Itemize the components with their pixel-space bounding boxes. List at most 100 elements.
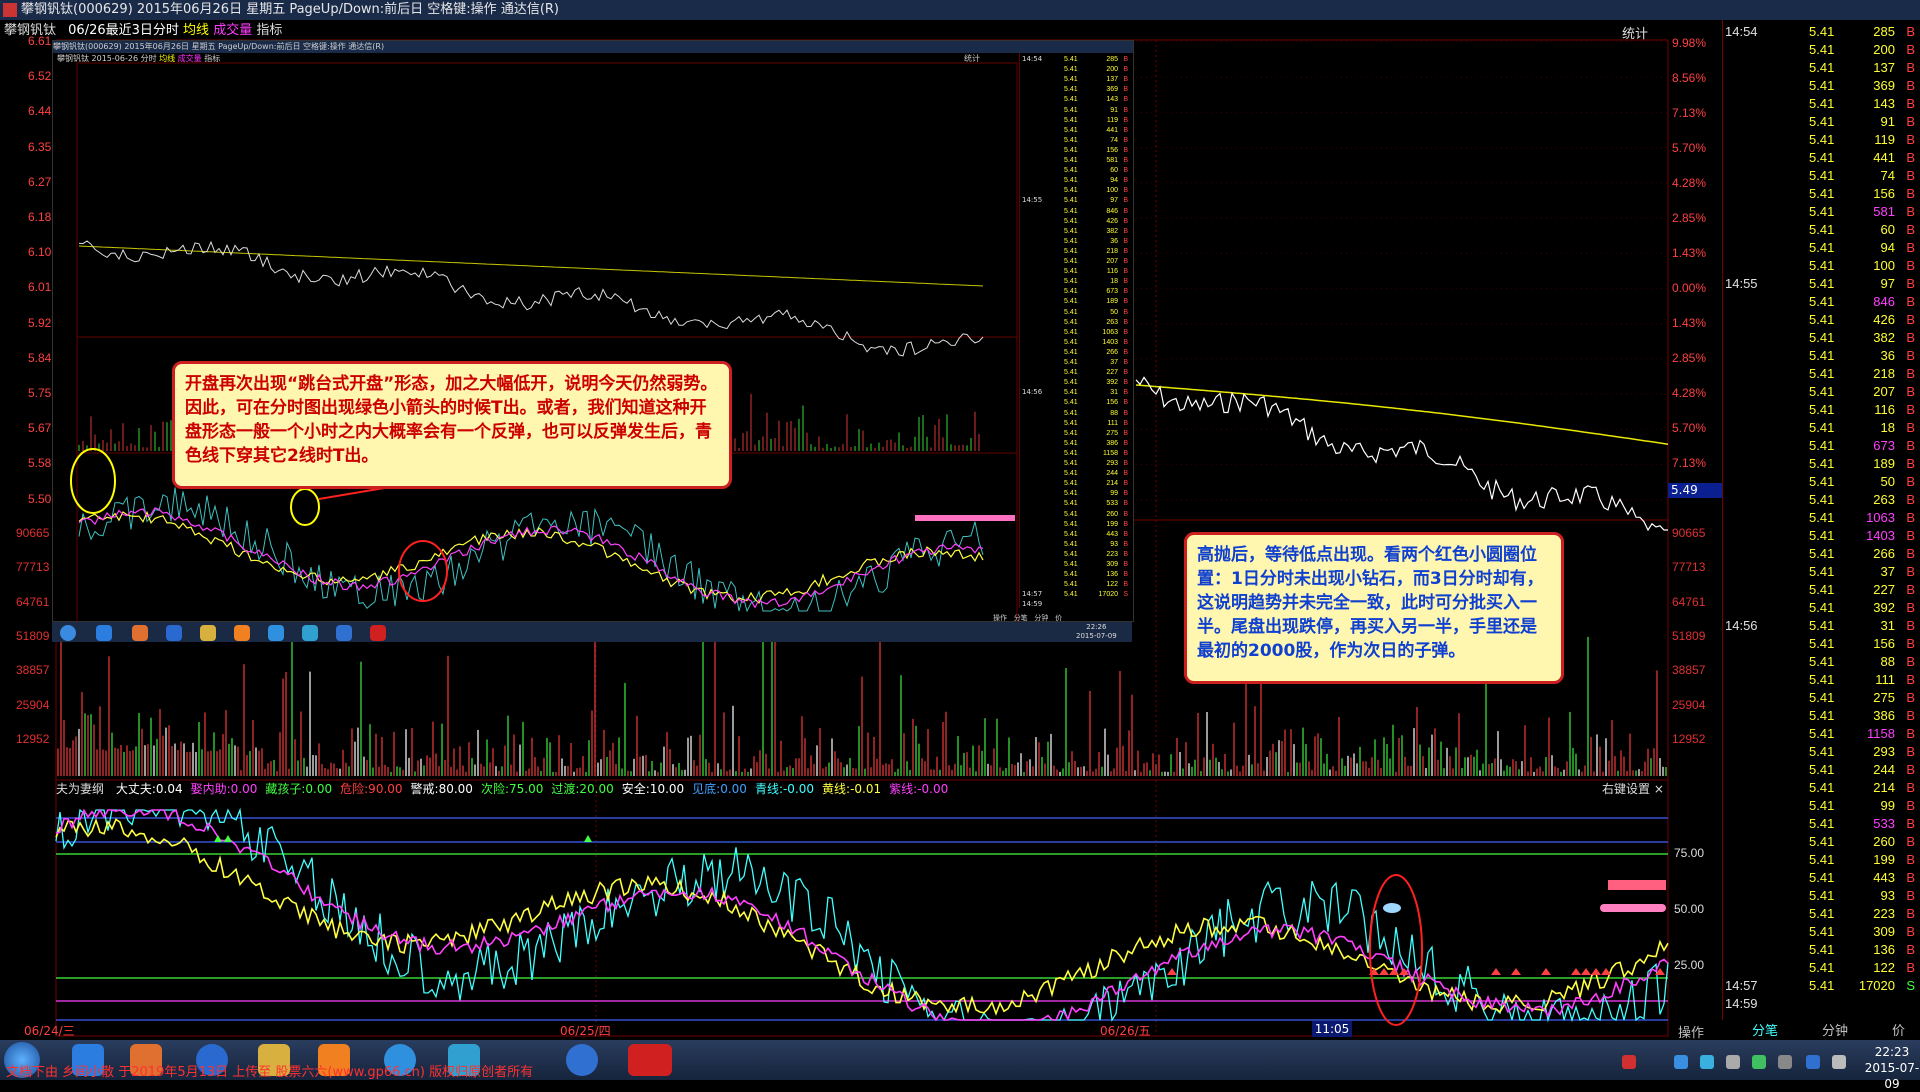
tick-list[interactable]: 5.41 285 B 5.41 200 B 5.41 137 B 5.41 369 B 5.41 143 B… [1722, 20, 1920, 1020]
inset-app-icon [234, 625, 250, 641]
tick-side: S [1906, 978, 1915, 993]
cursor-price-box: 5.49 [1668, 483, 1723, 498]
tick-side: B [1906, 636, 1915, 651]
tick-row: 5.41 386 B [1723, 708, 1920, 726]
inset-tick-volume: 426 [1106, 217, 1118, 225]
inset-tick-row: 5.41 200 B [1020, 65, 1130, 74]
price-tick-left: 5.84 [28, 350, 52, 365]
inset-tick-side: B [1123, 449, 1128, 457]
tick-side: B [1906, 348, 1915, 363]
tick-row: 5.41 94 B [1723, 240, 1920, 258]
tdx-app-icon[interactable] [628, 1044, 672, 1076]
inset-tick-row: 5.41 60 B [1020, 166, 1130, 175]
inset-tick-side: B [1123, 106, 1128, 114]
tick-volume: 37 [1880, 564, 1895, 579]
tick-side: B [1906, 906, 1915, 921]
inset-tick-price: 5.41 [1064, 86, 1078, 94]
inset-tick-volume: 263 [1106, 318, 1118, 326]
tick-price: 5.41 [1809, 204, 1835, 219]
tick-price: 5.41 [1809, 330, 1835, 345]
tray-icon-8[interactable] [1832, 1055, 1846, 1069]
tick-volume: 266 [1873, 546, 1895, 561]
inset-tick-row: 5.41 263 B [1020, 318, 1130, 327]
pink-band-top [1608, 880, 1666, 890]
inset-tick-side: B [1123, 197, 1128, 205]
inset-tick-side: B [1123, 348, 1128, 356]
tab-price[interactable]: 价 [1892, 1020, 1905, 1039]
tick-side: B [1906, 618, 1915, 633]
inset-tick-volume: 275 [1106, 429, 1118, 437]
inset-tick-volume: 88 [1110, 409, 1118, 417]
tick-price: 5.41 [1809, 798, 1835, 813]
inset-tick-price: 5.41 [1064, 540, 1078, 548]
inset-tick-price: 5.41 [1064, 106, 1078, 114]
inset-tick-volume: 189 [1106, 298, 1118, 306]
tick-side: B [1906, 888, 1915, 903]
right-click-settings[interactable]: 右键设置 × [1602, 780, 1664, 797]
yellow-circle-marker [70, 448, 116, 514]
tick-price: 5.41 [1809, 294, 1835, 309]
inset-tick-side: B [1123, 136, 1128, 144]
system-clock[interactable]: 22:23 2015-07-09 [1864, 1044, 1920, 1092]
tick-row: 5.41 156 B [1723, 186, 1920, 204]
browser-icon[interactable] [566, 1044, 598, 1076]
tick-volume: 143 [1873, 96, 1895, 111]
inset-tick-volume: 50 [1110, 308, 1118, 316]
tick-row: 5.41 100 B [1723, 258, 1920, 276]
inset-tick-price: 5.41 [1064, 247, 1078, 255]
tick-side: B [1906, 546, 1915, 561]
inset-tick-row: 5.41 36 B [1020, 237, 1130, 246]
tick-side: B [1906, 834, 1915, 849]
tick-row: 5.41 426 B [1723, 312, 1920, 330]
tray-icon-6[interactable] [1778, 1055, 1792, 1069]
tick-price: 5.41 [1809, 186, 1835, 201]
tick-volume: 122 [1873, 960, 1895, 975]
tick-volume: 100 [1873, 258, 1895, 273]
inset-tick-side: B [1123, 298, 1128, 306]
inset-tick-row: 5.41 441 B [1020, 126, 1130, 135]
tab-minutes[interactable]: 分钟 [1822, 1020, 1848, 1039]
inset-tick-volume: 156 [1106, 399, 1118, 407]
inset-tick-price: 5.41 [1064, 268, 1078, 276]
price-tick-left: 6.44 [28, 104, 52, 119]
inset-tick-row: 5.41 275 B [1020, 429, 1130, 438]
buy-arrow-icon [1581, 968, 1591, 975]
tray-icon-5[interactable] [1752, 1055, 1766, 1069]
price-tick-left: 6.27 [28, 174, 52, 189]
tray-icon-1[interactable] [1622, 1055, 1636, 1069]
inset-tick-side: B [1123, 328, 1128, 336]
tray-icon-7[interactable] [1806, 1055, 1820, 1069]
inset-tick-row: 5.41 119 B [1020, 116, 1130, 125]
tick-row: 5.41 93 B [1723, 888, 1920, 906]
tick-time: 14:59 [1723, 996, 1803, 1014]
inset-start-icon [60, 625, 76, 641]
pink-band [1600, 904, 1666, 912]
tick-volume: 275 [1873, 690, 1895, 705]
inset-tick-price: 5.41 [1064, 490, 1078, 498]
volume-tick-left: 64761 [16, 594, 50, 609]
inset-tick-row: 5.41 91 B [1020, 106, 1130, 115]
indicator-value-11: 紫线:-0.00 [889, 782, 949, 796]
tick-row: 5.41 189 B [1723, 456, 1920, 474]
tab-ticks[interactable]: 分笔 [1752, 1020, 1778, 1039]
tick-volume: 293 [1873, 744, 1895, 759]
close-icon[interactable]: × [1654, 782, 1664, 796]
network-icon[interactable] [1700, 1055, 1714, 1069]
tick-row: 5.41 1063 B [1723, 510, 1920, 528]
tick-side: B [1906, 852, 1915, 867]
inset-tick-time: 14:55 [1022, 196, 1043, 205]
inset-tick-price: 5.41 [1064, 187, 1078, 195]
inset-clock: 22:26 2015-07-09 [1076, 623, 1117, 640]
inset-tick-row: 5.41 136 B [1020, 570, 1130, 579]
inset-tick-side: B [1123, 429, 1128, 437]
tick-price: 5.41 [1809, 60, 1835, 75]
tick-time: 14:55 [1723, 276, 1803, 294]
shield-icon[interactable] [1674, 1055, 1688, 1069]
volume-icon[interactable] [1726, 1055, 1740, 1069]
inset-tick-row: 5.41 266 B [1020, 348, 1130, 357]
percent-tick-right: 4.28% [1672, 386, 1707, 400]
inset-tick-side: B [1123, 268, 1128, 276]
tick-side: B [1906, 474, 1915, 489]
tick-time: 14:57 [1723, 978, 1803, 996]
ops-button[interactable]: 操作 [1678, 1022, 1704, 1041]
